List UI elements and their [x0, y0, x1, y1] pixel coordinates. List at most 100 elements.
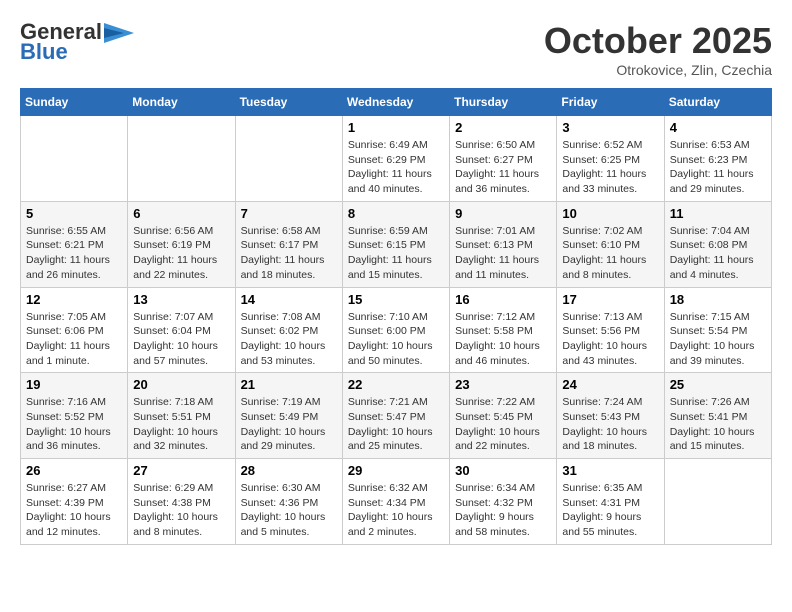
day-info: Sunrise: 6:30 AM Sunset: 4:36 PM Dayligh…	[241, 481, 337, 540]
day-info: Sunrise: 6:59 AM Sunset: 6:15 PM Dayligh…	[348, 224, 444, 283]
day-info: Sunrise: 6:55 AM Sunset: 6:21 PM Dayligh…	[26, 224, 122, 283]
day-info: Sunrise: 7:04 AM Sunset: 6:08 PM Dayligh…	[670, 224, 766, 283]
calendar-cell	[235, 116, 342, 202]
day-number: 17	[562, 292, 658, 307]
calendar-cell: 15 Sunrise: 7:10 AM Sunset: 6:00 PM Dayli…	[342, 287, 449, 373]
calendar-cell: 29 Sunrise: 6:32 AM Sunset: 4:34 PM Dayli…	[342, 459, 449, 545]
calendar-cell: 26Sunrise: 6:27 AM Sunset: 4:39 PM Dayli…	[21, 459, 128, 545]
weekday-header-row: SundayMondayTuesdayWednesdayThursdayFrid…	[21, 89, 772, 116]
day-number: 31	[562, 463, 658, 478]
calendar-cell	[664, 459, 771, 545]
calendar-cell: 19 Sunrise: 7:16 AM Sunset: 5:52 PM Dayli…	[21, 373, 128, 459]
day-number: 15	[348, 292, 444, 307]
calendar-cell: 30 Sunrise: 6:34 AM Sunset: 4:32 PM Dayli…	[450, 459, 557, 545]
day-info: Sunrise: 7:21 AM Sunset: 5:47 PM Dayligh…	[348, 395, 444, 454]
day-info: Sunrise: 6:34 AM Sunset: 4:32 PM Dayligh…	[455, 481, 551, 540]
day-info: Sunrise: 7:16 AM Sunset: 5:52 PM Dayligh…	[26, 395, 122, 454]
weekday-header-wednesday: Wednesday	[342, 89, 449, 116]
calendar-cell: 2 Sunrise: 6:50 AM Sunset: 6:27 PM Daylig…	[450, 116, 557, 202]
location: Otrokovice, Zlin, Czechia	[544, 62, 772, 78]
day-number: 25	[670, 377, 766, 392]
day-info: Sunrise: 7:10 AM Sunset: 6:00 PM Dayligh…	[348, 310, 444, 369]
day-number: 7	[241, 206, 337, 221]
month-title: October 2025	[544, 20, 772, 62]
day-number: 14	[241, 292, 337, 307]
calendar-cell: 16 Sunrise: 7:12 AM Sunset: 5:58 PM Dayli…	[450, 287, 557, 373]
day-number: 30	[455, 463, 551, 478]
calendar-cell: 7 Sunrise: 6:58 AM Sunset: 6:17 PM Daylig…	[235, 201, 342, 287]
calendar-cell: 28 Sunrise: 6:30 AM Sunset: 4:36 PM Dayli…	[235, 459, 342, 545]
weekday-header-monday: Monday	[128, 89, 235, 116]
calendar-cell: 8Sunrise: 6:59 AM Sunset: 6:15 PM Daylig…	[342, 201, 449, 287]
day-number: 16	[455, 292, 551, 307]
day-info: Sunrise: 7:15 AM Sunset: 5:54 PM Dayligh…	[670, 310, 766, 369]
day-info: Sunrise: 6:49 AM Sunset: 6:29 PM Dayligh…	[348, 138, 444, 197]
day-number: 11	[670, 206, 766, 221]
day-info: Sunrise: 7:19 AM Sunset: 5:49 PM Dayligh…	[241, 395, 337, 454]
calendar-cell: 11 Sunrise: 7:04 AM Sunset: 6:08 PM Dayli…	[664, 201, 771, 287]
calendar-week-row: 5Sunrise: 6:55 AM Sunset: 6:21 PM Daylig…	[21, 201, 772, 287]
day-number: 24	[562, 377, 658, 392]
calendar-cell: 27Sunrise: 6:29 AM Sunset: 4:38 PM Dayli…	[128, 459, 235, 545]
weekday-header-tuesday: Tuesday	[235, 89, 342, 116]
day-number: 29	[348, 463, 444, 478]
day-info: Sunrise: 7:18 AM Sunset: 5:51 PM Dayligh…	[133, 395, 229, 454]
day-info: Sunrise: 7:26 AM Sunset: 5:41 PM Dayligh…	[670, 395, 766, 454]
calendar-cell: 31 Sunrise: 6:35 AM Sunset: 4:31 PM Dayli…	[557, 459, 664, 545]
calendar-week-row: 26Sunrise: 6:27 AM Sunset: 4:39 PM Dayli…	[21, 459, 772, 545]
page-header: General Blue October 2025 Otrokovice, Zl…	[20, 20, 772, 78]
day-info: Sunrise: 7:07 AM Sunset: 6:04 PM Dayligh…	[133, 310, 229, 369]
day-number: 27	[133, 463, 229, 478]
day-info: Sunrise: 7:13 AM Sunset: 5:56 PM Dayligh…	[562, 310, 658, 369]
day-info: Sunrise: 7:12 AM Sunset: 5:58 PM Dayligh…	[455, 310, 551, 369]
day-info: Sunrise: 6:56 AM Sunset: 6:19 PM Dayligh…	[133, 224, 229, 283]
calendar-cell: 9 Sunrise: 7:01 AM Sunset: 6:13 PM Daylig…	[450, 201, 557, 287]
calendar-week-row: 1 Sunrise: 6:49 AM Sunset: 6:29 PM Daylig…	[21, 116, 772, 202]
day-number: 20	[133, 377, 229, 392]
calendar-cell	[21, 116, 128, 202]
calendar-cell: 4Sunrise: 6:53 AM Sunset: 6:23 PM Daylig…	[664, 116, 771, 202]
calendar-week-row: 12Sunrise: 7:05 AM Sunset: 6:06 PM Dayli…	[21, 287, 772, 373]
day-info: Sunrise: 7:22 AM Sunset: 5:45 PM Dayligh…	[455, 395, 551, 454]
title-block: October 2025 Otrokovice, Zlin, Czechia	[544, 20, 772, 78]
day-info: Sunrise: 6:58 AM Sunset: 6:17 PM Dayligh…	[241, 224, 337, 283]
calendar-cell: 25 Sunrise: 7:26 AM Sunset: 5:41 PM Dayli…	[664, 373, 771, 459]
calendar-cell: 20 Sunrise: 7:18 AM Sunset: 5:51 PM Dayli…	[128, 373, 235, 459]
calendar-cell: 1 Sunrise: 6:49 AM Sunset: 6:29 PM Daylig…	[342, 116, 449, 202]
calendar-cell: 22 Sunrise: 7:21 AM Sunset: 5:47 PM Dayli…	[342, 373, 449, 459]
logo-blue-text: Blue	[20, 40, 68, 64]
day-info: Sunrise: 6:53 AM Sunset: 6:23 PM Dayligh…	[670, 138, 766, 197]
weekday-header-saturday: Saturday	[664, 89, 771, 116]
day-info: Sunrise: 6:32 AM Sunset: 4:34 PM Dayligh…	[348, 481, 444, 540]
calendar-cell: 14 Sunrise: 7:08 AM Sunset: 6:02 PM Dayli…	[235, 287, 342, 373]
day-number: 1	[348, 120, 444, 135]
calendar-cell: 18Sunrise: 7:15 AM Sunset: 5:54 PM Dayli…	[664, 287, 771, 373]
day-info: Sunrise: 7:01 AM Sunset: 6:13 PM Dayligh…	[455, 224, 551, 283]
calendar-cell: 24 Sunrise: 7:24 AM Sunset: 5:43 PM Dayli…	[557, 373, 664, 459]
calendar-week-row: 19 Sunrise: 7:16 AM Sunset: 5:52 PM Dayli…	[21, 373, 772, 459]
calendar-cell: 6 Sunrise: 6:56 AM Sunset: 6:19 PM Daylig…	[128, 201, 235, 287]
calendar-table: SundayMondayTuesdayWednesdayThursdayFrid…	[20, 88, 772, 545]
day-info: Sunrise: 6:35 AM Sunset: 4:31 PM Dayligh…	[562, 481, 658, 540]
day-number: 28	[241, 463, 337, 478]
calendar-cell: 23Sunrise: 7:22 AM Sunset: 5:45 PM Dayli…	[450, 373, 557, 459]
day-number: 2	[455, 120, 551, 135]
logo: General Blue	[20, 20, 134, 64]
day-number: 13	[133, 292, 229, 307]
day-number: 3	[562, 120, 658, 135]
calendar-cell: 13 Sunrise: 7:07 AM Sunset: 6:04 PM Dayli…	[128, 287, 235, 373]
day-info: Sunrise: 7:24 AM Sunset: 5:43 PM Dayligh…	[562, 395, 658, 454]
day-info: Sunrise: 7:05 AM Sunset: 6:06 PM Dayligh…	[26, 310, 122, 369]
day-number: 22	[348, 377, 444, 392]
day-number: 19	[26, 377, 122, 392]
day-info: Sunrise: 6:27 AM Sunset: 4:39 PM Dayligh…	[26, 481, 122, 540]
day-number: 6	[133, 206, 229, 221]
calendar-cell	[128, 116, 235, 202]
day-info: Sunrise: 6:50 AM Sunset: 6:27 PM Dayligh…	[455, 138, 551, 197]
calendar-cell: 10Sunrise: 7:02 AM Sunset: 6:10 PM Dayli…	[557, 201, 664, 287]
day-info: Sunrise: 7:08 AM Sunset: 6:02 PM Dayligh…	[241, 310, 337, 369]
logo-arrow-icon	[104, 23, 134, 43]
day-number: 9	[455, 206, 551, 221]
calendar-cell: 3Sunrise: 6:52 AM Sunset: 6:25 PM Daylig…	[557, 116, 664, 202]
weekday-header-sunday: Sunday	[21, 89, 128, 116]
